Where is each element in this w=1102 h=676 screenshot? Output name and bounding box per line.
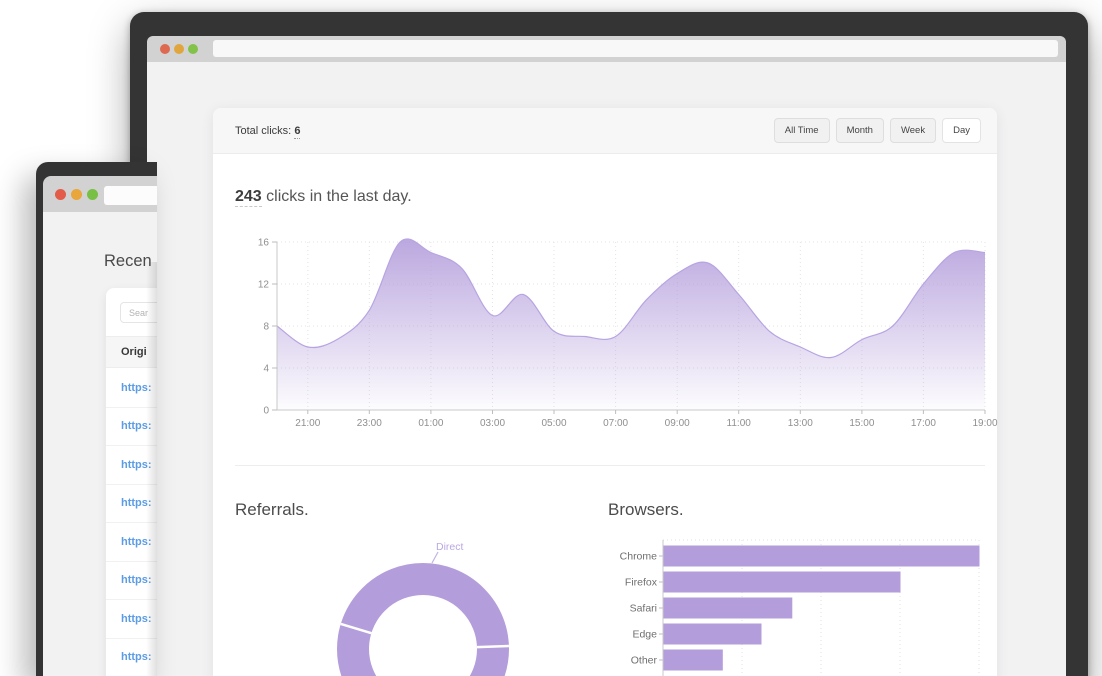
links-browser-window: Recen Origi https: https: https: https: … xyxy=(36,162,157,676)
svg-text:23:00: 23:00 xyxy=(357,418,382,429)
page: Total clicks: 6 All Time Month Week Day … xyxy=(0,0,1102,676)
minimize-window-icon[interactable] xyxy=(174,44,184,54)
table-row: https: xyxy=(106,523,157,562)
svg-text:15:00: 15:00 xyxy=(849,418,874,429)
svg-text:4: 4 xyxy=(263,364,269,375)
table-row: https: xyxy=(106,408,157,446)
stats-card: Total clicks: 6 All Time Month Week Day … xyxy=(213,108,998,676)
referrals-donut-chart: Direct xyxy=(225,535,605,676)
svg-text:0: 0 xyxy=(263,406,269,417)
table-row: https: xyxy=(106,485,157,523)
svg-text:12: 12 xyxy=(258,280,270,291)
table-row: https: xyxy=(106,600,157,639)
origin-link[interactable]: https: xyxy=(121,574,152,586)
front-url-bar[interactable] xyxy=(213,40,1058,57)
range-button-all-time[interactable]: All Time xyxy=(773,118,830,143)
stats-card-header: Total clicks: 6 All Time Month Week Day xyxy=(213,108,997,154)
range-button-day[interactable]: Day xyxy=(942,118,981,143)
origin-link[interactable]: https: xyxy=(121,382,152,394)
origin-link[interactable]: https: xyxy=(121,420,152,432)
svg-text:16: 16 xyxy=(258,238,270,249)
svg-text:03:00: 03:00 xyxy=(480,418,505,429)
origin-link[interactable]: https: xyxy=(121,651,152,663)
section-divider xyxy=(235,465,985,466)
svg-text:8: 8 xyxy=(263,322,269,333)
svg-text:17:00: 17:00 xyxy=(911,418,936,429)
links-table-rows: https: https: https: https: https: https… xyxy=(106,369,157,676)
browsers-bar-chart: Chrome Firefox Safari Edge Other xyxy=(593,535,997,676)
svg-text:Direct: Direct xyxy=(436,541,464,553)
svg-text:01:00: 01:00 xyxy=(418,418,443,429)
front-window-toolbar xyxy=(147,36,1066,62)
svg-text:09:00: 09:00 xyxy=(665,418,690,429)
links-table-card: Origi https: https: https: https: https:… xyxy=(106,288,157,676)
origin-link[interactable]: https: xyxy=(121,459,152,471)
zoom-window-icon[interactable] xyxy=(87,189,98,200)
referrals-section-title: Referrals. xyxy=(235,500,309,519)
origin-link[interactable]: https: xyxy=(121,536,152,548)
svg-text:05:00: 05:00 xyxy=(541,418,566,429)
search-input[interactable] xyxy=(120,302,157,323)
browsers-section-title: Browsers. xyxy=(608,500,684,519)
svg-text:13:00: 13:00 xyxy=(788,418,813,429)
minimize-window-icon[interactable] xyxy=(71,189,82,200)
table-row: https: xyxy=(106,562,157,600)
back-window-content: Recen Origi https: https: https: https: … xyxy=(43,212,157,676)
back-window-toolbar xyxy=(43,176,157,212)
range-buttons: All Time Month Week Day xyxy=(773,118,981,143)
svg-text:Other: Other xyxy=(631,655,658,667)
table-row: https: xyxy=(106,446,157,485)
svg-text:11:00: 11:00 xyxy=(727,418,752,429)
front-window-content: Total clicks: 6 All Time Month Week Day … xyxy=(147,62,1066,676)
close-window-icon[interactable] xyxy=(55,189,66,200)
origin-link[interactable]: https: xyxy=(121,613,152,625)
svg-text:Firefox: Firefox xyxy=(625,577,658,589)
svg-text:07:00: 07:00 xyxy=(603,418,628,429)
table-row: https: xyxy=(106,639,157,676)
clicks-headline-text: clicks in the last day. xyxy=(261,188,412,205)
analytics-browser-window: Total clicks: 6 All Time Month Week Day … xyxy=(130,12,1088,676)
clicks-area-chart: 0 4 8 12 16 21:00 23:00 01:00 03:00 05:00 07:00 09:… xyxy=(226,232,1001,437)
table-row: https: xyxy=(106,369,157,408)
back-url-bar[interactable] xyxy=(104,186,157,205)
svg-text:Edge: Edge xyxy=(632,629,657,641)
total-clicks-label: Total clicks: 6 xyxy=(235,124,301,139)
origin-column-header: Origi xyxy=(121,346,147,358)
svg-text:19:00: 19:00 xyxy=(972,418,997,429)
close-window-icon[interactable] xyxy=(160,44,170,54)
range-button-week[interactable]: Week xyxy=(889,118,937,143)
origin-link[interactable]: https: xyxy=(121,497,152,509)
svg-text:21:00: 21:00 xyxy=(295,418,320,429)
total-clicks-text: Total clicks: xyxy=(235,124,292,137)
clicks-headline: 243 clicks in the last day. xyxy=(235,188,412,207)
svg-text:Safari: Safari xyxy=(630,603,657,615)
zoom-window-icon[interactable] xyxy=(188,44,198,54)
clicks-count: 243 xyxy=(235,188,262,207)
svg-text:Chrome: Chrome xyxy=(620,551,658,563)
recent-links-heading: Recen xyxy=(104,252,152,270)
range-button-month[interactable]: Month xyxy=(835,118,884,143)
total-clicks-value: 6 xyxy=(294,124,301,139)
table-header-row: Origi xyxy=(106,336,157,368)
